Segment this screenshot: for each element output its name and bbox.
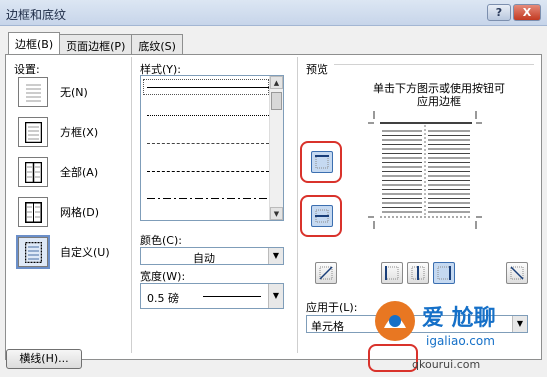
line-style-dashed[interactable] (147, 171, 269, 172)
color-label: 颜色(C): (140, 234, 182, 247)
width-value: 0.5 磅 (147, 292, 179, 305)
setting-custom-label: 自定义(U) (60, 246, 110, 259)
diagonal-up-icon (510, 266, 524, 280)
left-border-button[interactable] (381, 262, 403, 284)
style-scrollbar[interactable]: ▲ ▼ (269, 76, 283, 220)
setting-none-label: 无(N) (60, 86, 88, 99)
top-border-icon (315, 155, 329, 169)
divider (131, 57, 132, 353)
preview-instruction-2: 应用边框 (417, 95, 461, 108)
scroll-up-icon[interactable]: ▲ (270, 76, 283, 89)
tab-borders[interactable]: 边框(B) (8, 32, 61, 54)
close-button[interactable]: X (513, 4, 541, 21)
setting-grid-label: 网格(D) (60, 206, 100, 219)
color-value: 自动 (193, 252, 215, 265)
divider (297, 57, 298, 353)
horizontal-line-button[interactable]: 横线(H)... (6, 349, 82, 369)
inside-vertical-icon (411, 266, 425, 280)
top-border-button[interactable] (311, 151, 333, 173)
tab-page-border[interactable]: 页面边框(P) (59, 34, 133, 54)
chevron-down-icon[interactable]: ▼ (268, 284, 283, 308)
setting-grid[interactable]: 网格(D) (18, 197, 99, 227)
box-border-icon (18, 117, 48, 147)
line-style-dotted[interactable] (147, 115, 269, 116)
watermark-url: igaliao.com (426, 334, 495, 348)
custom-border-icon (16, 235, 50, 269)
setting-custom[interactable]: 自定义(U) (16, 235, 110, 269)
width-label: 宽度(W): (140, 270, 186, 283)
right-border-button[interactable] (433, 262, 455, 284)
tab-shading[interactable]: 底纹(S) (131, 34, 183, 54)
chevron-down-icon[interactable]: ▼ (268, 248, 283, 264)
inside-horizontal-button[interactable] (311, 205, 333, 227)
diagonal-down-button[interactable] (315, 262, 337, 284)
line-style-dash-dot[interactable] (147, 197, 269, 200)
setting-box-label: 方框(X) (60, 126, 99, 139)
diagonal-down-icon (319, 266, 333, 280)
scroll-down-icon[interactable]: ▼ (270, 207, 283, 220)
line-style-list[interactable]: ▲ ▼ (140, 75, 284, 221)
inside-vertical-button[interactable] (407, 262, 429, 284)
right-border-icon (437, 266, 451, 280)
watermark: 爱 尬聊 igaliao.com qkourui.com (372, 290, 544, 374)
tab-strip: 边框(B) 页面边框(P) 底纹(S) (8, 32, 183, 54)
watermark-text: 爱 尬聊 (422, 306, 496, 331)
all-borders-icon (18, 157, 48, 187)
setting-none[interactable]: 无(N) (18, 77, 88, 107)
setting-all-label: 全部(A) (60, 166, 99, 179)
help-button[interactable]: ? (487, 4, 511, 21)
setting-all[interactable]: 全部(A) (18, 157, 98, 187)
diagonal-up-button[interactable] (506, 262, 528, 284)
preview-rule (334, 64, 534, 65)
window-title: 边框和底纹 (6, 8, 67, 22)
line-style-solid[interactable] (147, 87, 269, 88)
setting-box[interactable]: 方框(X) (18, 117, 98, 147)
inside-horizontal-icon (315, 209, 329, 223)
width-line-sample (203, 296, 261, 297)
width-select[interactable]: 0.5 磅 ▼ (140, 283, 284, 309)
left-border-icon (385, 266, 399, 280)
watermark-footer: qkourui.com (412, 358, 481, 371)
title-bar: 边框和底纹 ? X (0, 0, 547, 26)
settings-label: 设置: (14, 63, 40, 76)
watermark-logo-icon (375, 301, 415, 341)
apply-to-label: 应用于(L): (306, 301, 358, 314)
grid-border-icon (18, 197, 48, 227)
no-border-icon (18, 77, 48, 107)
scroll-thumb[interactable] (271, 92, 282, 110)
preview-diagram[interactable] (368, 111, 482, 229)
apply-to-value: 单元格 (311, 320, 344, 333)
preview-label: 预览 (306, 63, 328, 76)
color-select[interactable]: 自动 ▼ (140, 247, 284, 265)
line-style-fine-dashed[interactable] (147, 143, 269, 144)
